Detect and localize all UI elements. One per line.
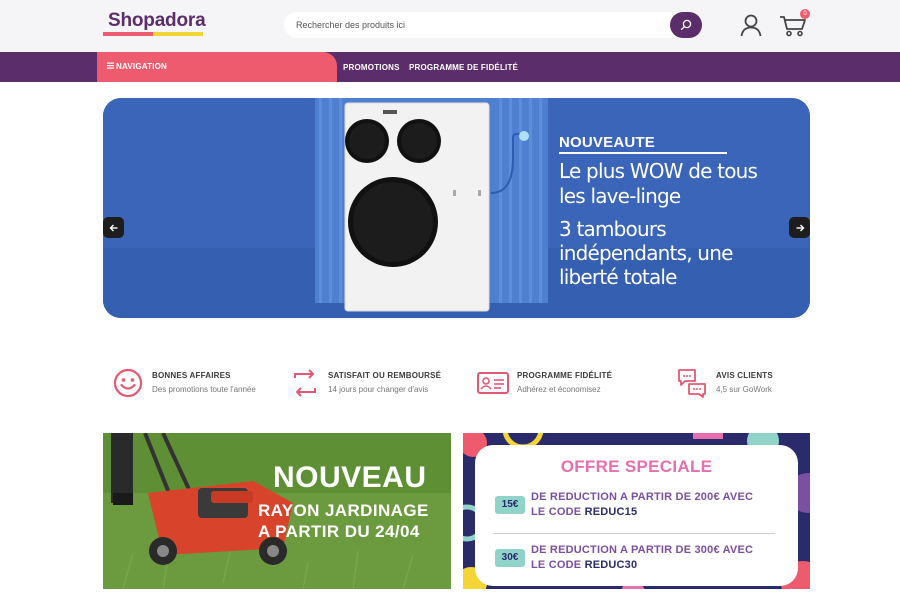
hero-tag-underline [559,152,727,154]
feature-subtitle: 4,5 sur GoWork [716,385,772,394]
hero-text-line-3: 3 tambours [559,217,667,241]
garden-banner-line-1: RAYON JARDINAGE [258,501,429,520]
feature-subtitle: 14 jours pour changer d'avis [328,385,429,394]
arrow-right-icon [796,224,804,231]
offer-1-line-2: LE CODE REDUC15 [531,506,637,518]
offer-2-line-2: LE CODE REDUC30 [531,559,637,571]
feature-loyalty-program[interactable]: PROGRAMME FIDÉLITÉ Adhérez et économisez [477,364,627,404]
hero-tag: NOUVEAUTE [559,134,655,151]
logo-underline-pink [103,32,155,36]
hero-carousel[interactable] [103,98,810,318]
garden-banner-title: NOUVEAU [273,461,427,494]
cart-count-badge: 0 [800,9,810,19]
hero-text-line-1: Le plus WOW de tous [559,159,758,183]
feature-satisfied-or-refunded[interactable]: SATISFAIT OU REMBOURSÉ 14 jours pour cha… [291,364,451,404]
offer-title: OFFRE SPECIALE [560,457,713,476]
hero-text-line-2: les lave-linge [559,184,681,208]
offer-code-prefix: LE CODE [531,559,585,571]
exchange-arrows-icon [294,369,316,397]
smiley-icon [113,368,143,398]
hero-text-line-4: indépendants, une [559,241,733,265]
site-header: Shopadora 0 [0,0,900,52]
feature-subtitle: Adhérez et économisez [517,385,601,394]
arrow-left-icon [109,224,117,231]
logo-underline-yellow [153,32,203,36]
feature-title: PROGRAMME FIDÉLITÉ [517,371,613,380]
special-offer-banner[interactable]: OFFRE SPECIALE 15€ DE REDUCTION A PARTIR… [463,433,810,589]
member-card-icon [477,372,509,394]
carousel-next-button[interactable] [789,217,810,238]
site-logo[interactable]: Shopadora [108,10,206,32]
offer-1-line-1: DE REDUCTION A PARTIR DE 200€ AVEC [531,491,754,503]
navigation-text: NAVIGATION [116,62,168,71]
navigation-menu-label[interactable]: NAVIGATION [107,62,167,71]
offer-card: OFFRE SPECIALE 15€ DE REDUCTION A PARTIR… [475,445,798,586]
user-account-icon[interactable] [738,12,764,38]
offer-code-prefix: LE CODE [531,506,585,518]
offer-2-line-1: DE REDUCTION A PARTIR DE 300€ AVEC [531,544,754,556]
offer-code: REDUC30 [584,559,638,571]
garden-promo-banner[interactable]: NOUVEAU RAYON JARDINAGE A PARTIR DU 24/0… [103,433,451,589]
feature-title: BONNES AFFAIRES [152,371,231,380]
offer-code: REDUC15 [584,506,638,518]
search-icon [680,19,692,31]
feature-title: AVIS CLIENTS [716,371,773,380]
feature-customer-reviews[interactable]: AVIS CLIENTS 4,5 sur GoWork [677,364,787,404]
search-bar [284,12,702,38]
search-button[interactable] [670,12,702,38]
offer-amount-badge: 15€ [495,496,525,514]
carousel-prev-button[interactable] [103,217,124,238]
nav-link-loyalty-program[interactable]: PROGRAMME DE FIDÉLITÉ [409,63,518,72]
hero-washing-machine-image [103,98,810,318]
feature-title: SATISFAIT OU REMBOURSÉ [328,371,442,380]
hero-text-line-5: liberté totale [559,265,677,289]
hamburger-menu-icon [107,62,114,69]
nav-link-promotions[interactable]: PROMOTIONS [343,63,400,72]
search-input[interactable] [296,12,656,38]
feature-good-deals[interactable]: BONNES AFFAIRES Des promotions toute l'a… [113,364,273,404]
chat-bubbles-icon [678,369,706,398]
logo-underline [103,32,203,36]
feature-subtitle: Des promotions toute l'année [152,385,256,394]
garden-banner-line-2: A PARTIR DU 24/04 [258,522,420,541]
offer-separator [493,533,775,534]
offer-amount-badge: 30€ [495,549,525,567]
